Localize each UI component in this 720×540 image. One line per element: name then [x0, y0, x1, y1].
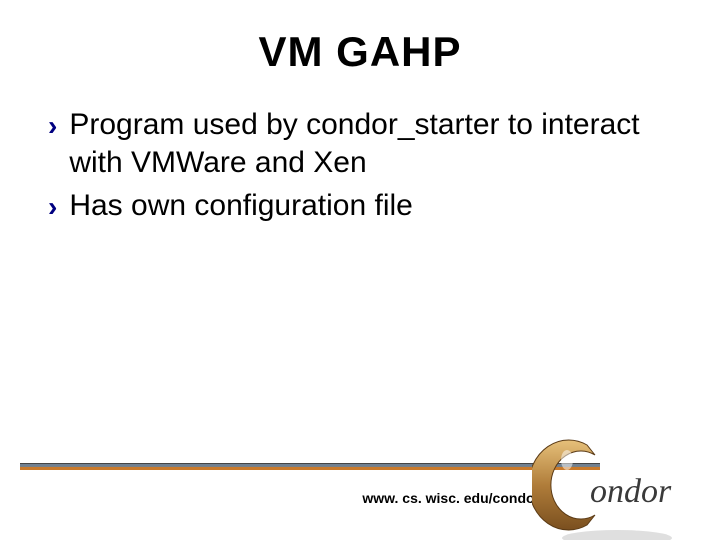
slide: VM GAHP › Program used by condor_starter…	[0, 28, 720, 540]
condor-logo: ondor	[532, 430, 702, 540]
slide-body: › Program used by condor_starter to inte…	[48, 106, 672, 225]
bullet-text: Program used by condor_starter to intera…	[69, 106, 672, 181]
footer-url: www. cs. wisc. edu/condor	[362, 490, 540, 506]
bullet-text: Has own configuration file	[69, 187, 672, 225]
logo-text: ondor	[590, 473, 672, 510]
bullet-item: › Program used by condor_starter to inte…	[48, 106, 672, 181]
bullet-marker-icon: ›	[48, 189, 57, 225]
bullet-item: › Has own configuration file	[48, 187, 672, 225]
slide-title: VM GAHP	[0, 28, 720, 76]
bullet-marker-icon: ›	[48, 108, 57, 144]
footer-divider	[20, 463, 600, 470]
